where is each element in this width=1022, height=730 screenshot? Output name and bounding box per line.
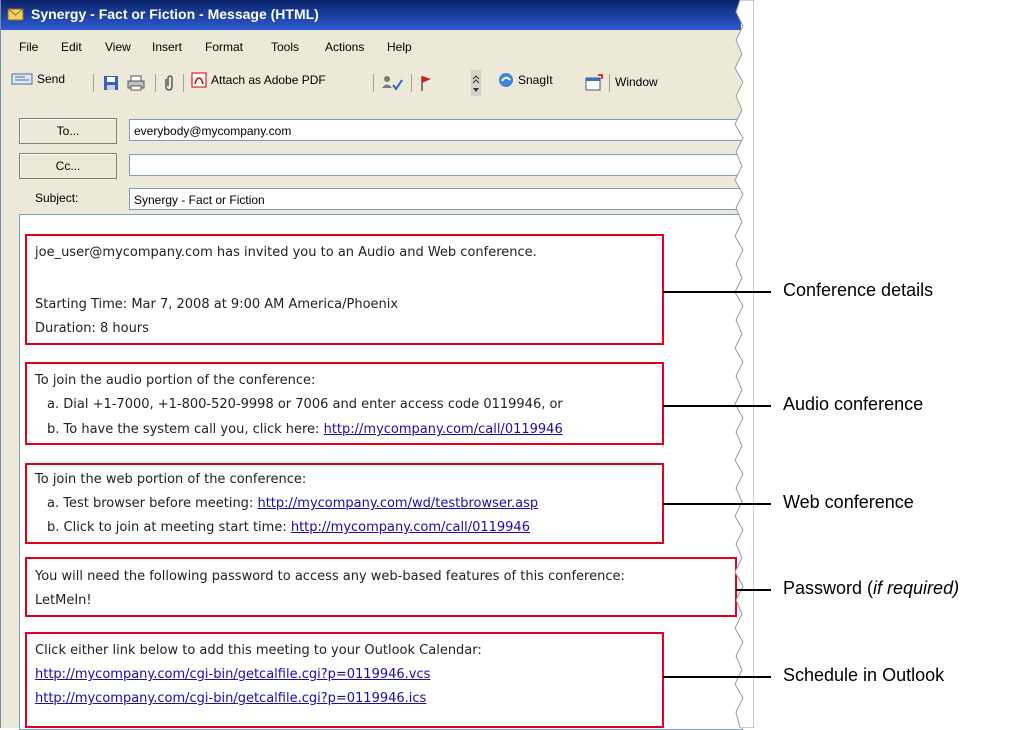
flag-icon[interactable] [419, 74, 433, 92]
menu-tools[interactable]: Tools [271, 40, 299, 54]
toolbar: Send Attach as Adobe PDF SnagIt Window [1, 66, 741, 100]
message-icon [7, 8, 24, 21]
web-conference-callout: Web conference [783, 492, 914, 512]
schedule-instruction: Click either link below to add this meet… [35, 643, 482, 658]
menu-actions[interactable]: Actions [325, 40, 364, 54]
audio-conference-connector [663, 405, 771, 407]
password-value: LetMeIn! [35, 593, 92, 608]
attach-adobe-pdf-button[interactable]: Attach as Adobe PDF [191, 72, 326, 88]
web-join-link[interactable]: http://mycompany.com/call/0119946 [291, 520, 530, 535]
web-testbrowser-line: a. Test browser before meeting: http://m… [47, 496, 538, 511]
cc-button[interactable]: Cc... [19, 153, 117, 179]
paperclip-icon[interactable] [163, 74, 175, 92]
invite-text: joe_user@mycompany.com has invited you t… [35, 245, 537, 260]
duration-text: Duration: 8 hours [35, 321, 149, 336]
snagit-icon [499, 73, 513, 87]
subject-label: Subject: [35, 191, 79, 205]
password-callout-italic: if required) [873, 578, 960, 598]
audio-heading: To join the audio portion of the confere… [35, 373, 316, 388]
web-heading: To join the web portion of the conferenc… [35, 472, 307, 487]
save-icon[interactable] [103, 75, 119, 91]
schedule-connector [663, 676, 771, 678]
audio-callback-text: b. To have the system call you, click he… [47, 422, 324, 437]
schedule-ics-link[interactable]: http://mycompany.com/cgi-bin/getcalfile.… [35, 691, 426, 706]
toolbar-separator [155, 74, 156, 92]
audio-dial-text: a. Dial +1-7000, +1-800-520-9998 or 7006… [47, 397, 563, 412]
audio-callback-link[interactable]: http://mycompany.com/call/0119946 [324, 422, 563, 437]
schedule-vcs-line: http://mycompany.com/cgi-bin/getcalfile.… [35, 667, 430, 682]
password-callout: Password (if required) [783, 578, 959, 599]
toolbar-separator [609, 74, 610, 92]
menu-view[interactable]: View [105, 40, 131, 54]
toolbar-separator [93, 74, 94, 92]
toolbar-overflow-icon[interactable] [471, 70, 481, 96]
check-names-icon[interactable] [381, 74, 403, 92]
title-bar: Synergy - Fact or Fiction - Message (HTM… [1, 0, 741, 30]
to-field[interactable]: everybody@mycompany.com [129, 119, 749, 141]
pdf-icon [191, 72, 207, 88]
cc-field[interactable] [129, 154, 749, 176]
schedule-ics-line: http://mycompany.com/cgi-bin/getcalfile.… [35, 691, 426, 706]
starting-time-text: Starting Time: Mar 7, 2008 at 9:00 AM Am… [35, 297, 399, 312]
snagit-button[interactable]: SnagIt [498, 72, 553, 88]
conference-details-connector [663, 291, 771, 293]
send-button[interactable]: Send [11, 72, 65, 86]
print-icon[interactable] [127, 75, 145, 91]
snagit-label: SnagIt [518, 73, 553, 87]
menu-edit[interactable]: Edit [61, 40, 82, 54]
window-title: Synergy - Fact or Fiction - Message (HTM… [31, 6, 319, 22]
toolbar-separator [411, 74, 412, 92]
send-icon [11, 73, 33, 85]
web-join-line: b. Click to join at meeting start time: … [47, 520, 530, 535]
menu-bar: File Edit View Insert Format Tools Actio… [1, 32, 741, 62]
schedule-callout: Schedule in Outlook [783, 665, 945, 685]
schedule-vcs-link[interactable]: http://mycompany.com/cgi-bin/getcalfile.… [35, 667, 430, 682]
attach-pdf-label: Attach as Adobe PDF [211, 73, 326, 87]
menu-help[interactable]: Help [387, 40, 412, 54]
subject-field[interactable]: Synergy - Fact or Fiction [129, 188, 749, 210]
capture-profile-field[interactable]: Window [615, 75, 658, 89]
web-join-text: b. Click to join at meeting start time: [47, 520, 291, 535]
toolbar-separator [183, 74, 184, 92]
menu-format[interactable]: Format [205, 40, 243, 54]
torn-edge-decoration [734, 0, 754, 728]
to-button[interactable]: To... [19, 118, 117, 144]
send-label: Send [37, 72, 66, 86]
toolbar-separator [373, 74, 374, 92]
password-callout-main: Password ( [783, 578, 874, 598]
web-conference-connector [663, 503, 771, 505]
web-testbrowser-link[interactable]: http://mycompany.com/wd/testbrowser.asp [257, 496, 538, 511]
password-box [25, 557, 737, 617]
audio-conference-callout: Audio conference [783, 394, 924, 414]
snagit-capture-icon[interactable] [585, 74, 603, 92]
password-connector [736, 589, 771, 591]
menu-file[interactable]: File [19, 40, 38, 54]
web-testbrowser-text: a. Test browser before meeting: [47, 496, 258, 511]
audio-callback-line: b. To have the system call you, click he… [47, 422, 563, 437]
menu-insert[interactable]: Insert [152, 40, 182, 54]
password-instruction: You will need the following password to … [35, 569, 625, 584]
message-window: Synergy - Fact or Fiction - Message (HTM… [0, 0, 749, 730]
conference-details-callout: Conference details [783, 280, 934, 300]
